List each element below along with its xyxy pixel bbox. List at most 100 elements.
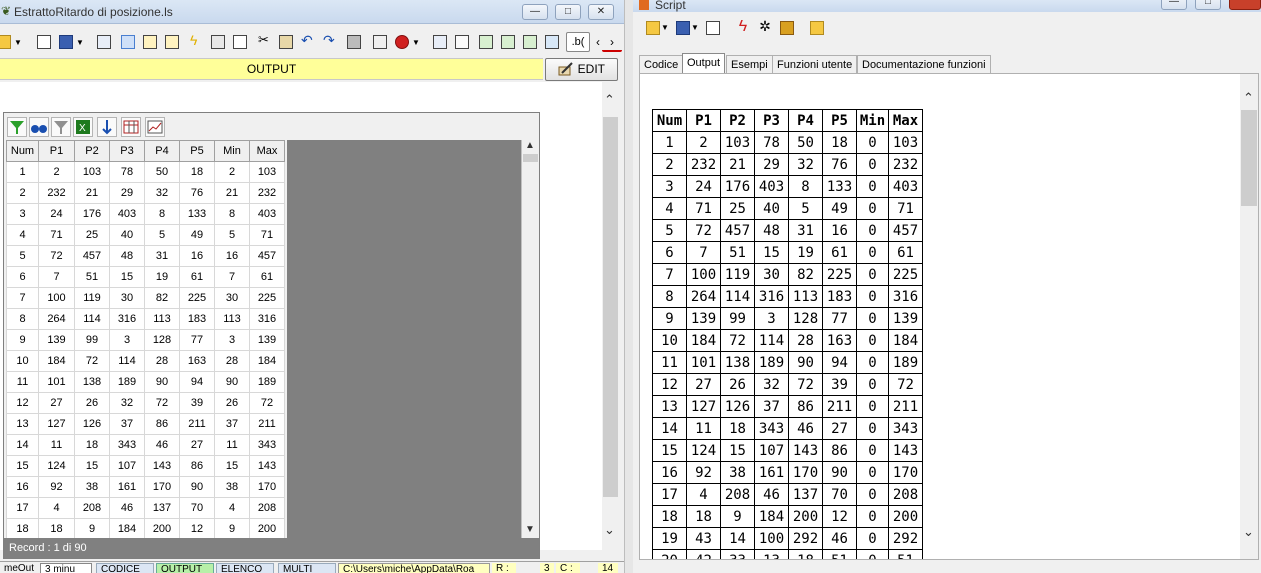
window-icon[interactable] — [118, 32, 138, 52]
grid-row[interactable]: 6 7 51 15 19 61 7 61 — [6, 266, 285, 288]
tab-documentazione-funzioni[interactable]: Documentazione funzioni — [857, 55, 991, 74]
outdent-icon[interactable] — [498, 32, 518, 52]
redo-icon[interactable]: ↷ — [320, 32, 340, 52]
grid-col-p5[interactable]: P5 — [179, 140, 215, 162]
bottom-tab-elenco[interactable]: ELENCO — [216, 563, 274, 573]
dropdown-arrow-icon[interactable]: ▼ — [14, 32, 34, 52]
script-debug-icon[interactable]: ✲ — [755, 18, 775, 38]
toolbar-overflow-label[interactable]: .b( — [566, 32, 590, 52]
grid-row[interactable]: 4 71 25 40 5 49 5 71 — [6, 224, 285, 246]
copy-icon[interactable] — [230, 32, 250, 52]
grid-row[interactable]: 7 100 119 30 82 225 30 225 — [6, 287, 285, 309]
new-file-icon[interactable] — [34, 32, 54, 52]
table-view-icon[interactable] — [121, 117, 141, 137]
script-open-icon[interactable] — [643, 18, 663, 38]
script-cube-icon[interactable] — [777, 18, 797, 38]
grid-row[interactable]: 3 24 176 403 8 133 8 403 — [6, 203, 285, 225]
script-new-icon[interactable] — [703, 18, 723, 38]
scroll-up-icon[interactable]: ⌃ — [604, 92, 615, 108]
grid-vertical-scrollbar[interactable]: ▲ ▼ — [521, 140, 539, 540]
indent-icon[interactable] — [476, 32, 496, 52]
list-icon[interactable] — [542, 32, 562, 52]
script-run-icon[interactable]: ϟ — [733, 18, 753, 38]
bottom-tab-meout[interactable]: meOut — [0, 563, 38, 573]
tab-output[interactable]: Output — [682, 53, 726, 74]
binary-icon[interactable] — [94, 32, 114, 52]
grid-scroll-down-icon[interactable]: ▼ — [525, 524, 535, 535]
paste-icon[interactable] — [276, 32, 296, 52]
grid-scroll-up-icon[interactable]: ▲ — [525, 140, 535, 151]
undo-icon[interactable]: ↶ — [298, 32, 318, 52]
format-icon[interactable] — [520, 32, 540, 52]
find-icon[interactable] — [208, 32, 228, 52]
grid-row[interactable]: 13 127 126 37 86 211 37 211 — [6, 413, 285, 435]
script-minimize-button[interactable]: — — [1161, 0, 1187, 10]
save-icon[interactable] — [56, 32, 76, 52]
print-icon[interactable] — [344, 32, 364, 52]
edit-button[interactable]: EDIT — [545, 58, 618, 81]
sort-icon[interactable] — [97, 117, 117, 137]
align-icon[interactable] — [452, 32, 472, 52]
bottom-tab-output[interactable]: OUTPUT — [156, 563, 214, 573]
grid-col-p1[interactable]: P1 — [38, 140, 75, 162]
grid-row[interactable]: 17 4 208 46 137 70 4 208 — [6, 497, 285, 519]
calculator-icon[interactable] — [370, 32, 390, 52]
script-scroll-down-icon[interactable]: ⌄ — [1243, 524, 1254, 540]
left-scroll-thumb[interactable] — [603, 117, 618, 497]
tab-codice[interactable]: Codice — [639, 55, 684, 74]
grid-col-max[interactable]: Max — [249, 140, 285, 162]
grid-scroll-thumb[interactable] — [523, 154, 538, 162]
grid-col-p2[interactable]: P2 — [74, 140, 110, 162]
bottom-select-minutes[interactable]: 3 minu — [40, 563, 92, 573]
script-maximize-button[interactable]: □ — [1195, 0, 1221, 10]
lightning-icon[interactable]: ϟ — [186, 32, 206, 52]
script-export-icon[interactable] — [807, 18, 827, 38]
grid-row[interactable]: 1 2 103 78 50 18 2 103 — [6, 161, 285, 183]
scroll-down-icon[interactable]: ⌄ — [604, 522, 615, 538]
info-icon[interactable] — [430, 32, 450, 52]
script-save-icon[interactable] — [673, 18, 693, 38]
close-button[interactable]: ✕ — [588, 4, 614, 20]
script-scroll-thumb[interactable] — [1241, 110, 1257, 206]
grid-row[interactable]: 8 264 114 316 113 183 113 316 — [6, 308, 285, 330]
cut-icon[interactable]: ✂ — [254, 32, 274, 52]
tab-funzioni-utente[interactable]: Funzioni utente — [772, 55, 858, 74]
clear-filter-icon[interactable] — [51, 117, 71, 137]
grid-col-num[interactable]: Num — [6, 140, 39, 162]
grid-row[interactable]: 11 101 138 189 90 94 90 189 — [6, 371, 285, 393]
window-splitter[interactable] — [624, 0, 633, 573]
left-vertical-scrollbar[interactable]: ⌃ ⌄ — [602, 90, 619, 550]
filter-icon[interactable] — [7, 117, 27, 137]
open-folder-icon[interactable] — [0, 32, 14, 52]
chart-view-icon[interactable] — [145, 117, 165, 137]
excel-export-icon[interactable]: X — [73, 117, 93, 137]
stop-icon[interactable] — [392, 32, 412, 52]
stop-dropdown-icon[interactable]: ▼ — [412, 32, 432, 52]
bottom-tab-multi[interactable]: MULTI — [278, 563, 336, 573]
grid-row[interactable]: 16 92 38 161 170 90 38 170 — [6, 476, 285, 498]
grid-col-p4[interactable]: P4 — [144, 140, 180, 162]
minimize-button[interactable]: — — [522, 4, 548, 20]
grid-row[interactable]: 12 27 26 32 72 39 26 72 — [6, 392, 285, 414]
grid-col-p3[interactable]: P3 — [109, 140, 145, 162]
tab-esempi[interactable]: Esempi — [726, 55, 773, 74]
toolbar-scroll-right-icon[interactable]: › — [602, 32, 622, 52]
script-vertical-scrollbar[interactable]: ⌃ ⌄ — [1240, 74, 1258, 559]
script-close-button[interactable] — [1229, 0, 1261, 10]
checklist-icon[interactable] — [162, 32, 182, 52]
grid-row[interactable]: 14 11 18 343 46 27 11 343 — [6, 434, 285, 456]
save-dropdown-icon[interactable]: ▼ — [76, 32, 96, 52]
grid-row[interactable]: 2 232 21 29 32 76 21 232 — [6, 182, 285, 204]
grid-col-min[interactable]: Min — [214, 140, 250, 162]
bottom-tab-codice[interactable]: CODICE — [96, 563, 154, 573]
maximize-button[interactable]: □ — [555, 4, 581, 20]
binoculars-icon[interactable] — [29, 117, 49, 137]
data-grid[interactable]: Num P1 P2 P3 P4 P5 Min Max 1 2 103 78 50 18 2 1… — [6, 140, 285, 540]
edit-list-icon[interactable] — [140, 32, 160, 52]
grid-row[interactable]: 18 18 9 184 200 12 9 200 — [6, 518, 285, 540]
grid-row[interactable]: 9 139 99 3 128 77 3 139 — [6, 329, 285, 351]
grid-row[interactable]: 5 72 457 48 31 16 16 457 — [6, 245, 285, 267]
grid-row[interactable]: 10 184 72 114 28 163 28 184 — [6, 350, 285, 372]
grid-row[interactable]: 15 124 15 107 143 86 15 143 — [6, 455, 285, 477]
script-scroll-up-icon[interactable]: ⌃ — [1243, 90, 1254, 106]
